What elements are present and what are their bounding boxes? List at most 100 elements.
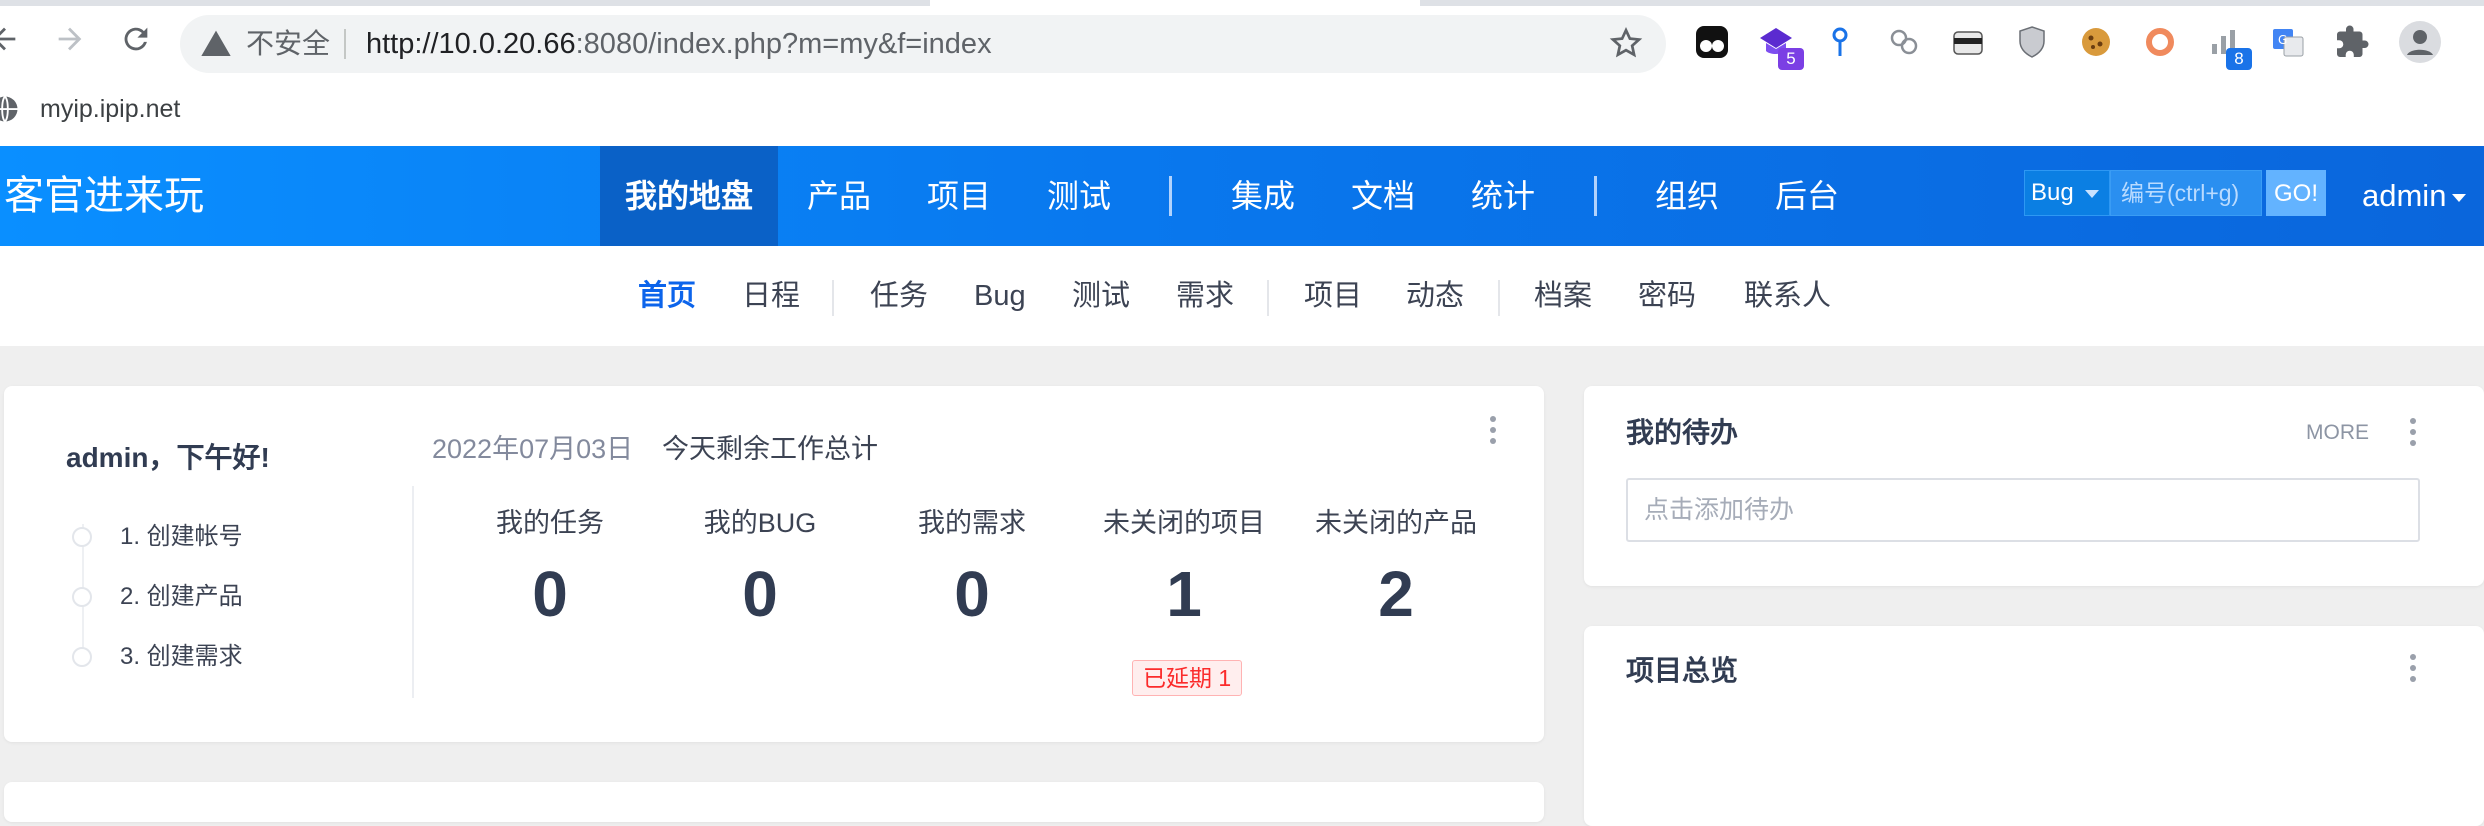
svg-text:G: G bbox=[2278, 33, 2287, 47]
welcome-card: admin，下午好! 1. 创建帐号 2. 创建产品 3. 创建需求 2022年… bbox=[4, 386, 1544, 742]
nav-my-dashboard[interactable]: 我的地盘 bbox=[600, 146, 778, 246]
card-divider bbox=[412, 486, 414, 698]
stat-label: 未关闭的项目 bbox=[1103, 508, 1265, 538]
nav-docs[interactable]: 文档 bbox=[1338, 146, 1428, 246]
cookie-icon[interactable] bbox=[2078, 24, 2114, 60]
subnav-project[interactable]: 项目 bbox=[1304, 276, 1362, 316]
more-vertical-icon bbox=[2410, 418, 2416, 424]
browser-toolbar: 不安全 http://10.0.20.66:8080/index.php?m=m… bbox=[0, 0, 2484, 90]
stat-open-projects[interactable]: 未关闭的项目 1 bbox=[1084, 506, 1284, 632]
todo-more-link[interactable]: MORE bbox=[2306, 420, 2369, 446]
extension-badge: 8 bbox=[2226, 48, 2252, 70]
subnav-divider bbox=[1498, 280, 1500, 316]
stat-label: 我的需求 bbox=[918, 508, 1026, 538]
todo-card: 我的待办 MORE bbox=[1584, 386, 2484, 586]
arrow-right-icon bbox=[58, 27, 82, 51]
star-icon[interactable] bbox=[1608, 25, 1644, 61]
mask-icon[interactable] bbox=[1950, 24, 1986, 60]
step-label: 1. 创建帐号 bbox=[120, 523, 243, 550]
nav-test[interactable]: 测试 bbox=[1034, 146, 1124, 246]
user-name: admin bbox=[2362, 178, 2447, 213]
back-button[interactable] bbox=[0, 22, 26, 66]
stat-my-stories[interactable]: 我的需求 0 bbox=[872, 506, 1072, 632]
extension-badge: 5 bbox=[1778, 48, 1804, 70]
address-bar[interactable]: 不安全 http://10.0.20.66:8080/index.php?m=m… bbox=[180, 15, 1666, 73]
stat-label: 我的BUG bbox=[703, 508, 817, 538]
subnav-tasks[interactable]: 任务 bbox=[870, 276, 928, 316]
subnav-contacts[interactable]: 联系人 bbox=[1744, 276, 1831, 316]
nav-integration[interactable]: 集成 bbox=[1218, 146, 1308, 246]
forward-button[interactable] bbox=[48, 22, 92, 66]
card-more-menu[interactable] bbox=[1490, 416, 1496, 449]
today-date: 2022年07月03日 bbox=[432, 434, 634, 464]
url-path: :8080/index.php?m=my&f=index bbox=[575, 28, 992, 60]
stat-value: 0 bbox=[954, 558, 990, 630]
reload-icon bbox=[124, 27, 148, 51]
nav-product[interactable]: 产品 bbox=[794, 146, 884, 246]
user-menu[interactable]: admin bbox=[2362, 176, 2467, 216]
url-host: http://10.0.20.66 bbox=[366, 28, 576, 60]
welcome-greeting: admin，下午好! bbox=[66, 442, 270, 473]
subnav-divider bbox=[832, 280, 834, 316]
bookmark-link[interactable]: myip.ipip.net bbox=[40, 94, 180, 124]
tab-strip-edge bbox=[0, 0, 930, 6]
subnav-home[interactable]: 首页 bbox=[638, 276, 696, 316]
sub-nav: 首页 日程 任务 Bug 测试 需求 项目 动态 档案 密码 联系人 bbox=[0, 246, 2484, 346]
tab-strip-edge bbox=[1420, 0, 2484, 6]
translate-icon[interactable]: G bbox=[2270, 24, 2306, 60]
search-go-button[interactable]: GO! bbox=[2266, 170, 2326, 216]
puzzle-icon[interactable] bbox=[2334, 24, 2370, 60]
nav-admin[interactable]: 后台 bbox=[1762, 146, 1852, 246]
omnibox-divider bbox=[344, 29, 346, 59]
warning-icon[interactable] bbox=[200, 28, 232, 60]
subnav-divider bbox=[1267, 280, 1269, 316]
ring-icon[interactable] bbox=[2142, 24, 2178, 60]
subnav-dynamic[interactable]: 动态 bbox=[1406, 276, 1464, 316]
reload-button[interactable] bbox=[114, 22, 158, 66]
todo-add-input[interactable] bbox=[1626, 478, 2420, 542]
profile-icon[interactable] bbox=[2398, 20, 2442, 64]
url-text[interactable]: http://10.0.20.66:8080/index.php?m=my&f=… bbox=[366, 27, 992, 61]
subnav-bug[interactable]: Bug bbox=[974, 276, 1026, 316]
delayed-badge[interactable]: 已延期 1 bbox=[1132, 660, 1243, 696]
nav-stats[interactable]: 统计 bbox=[1458, 146, 1548, 246]
tampermonkey-icon[interactable] bbox=[1694, 24, 1730, 60]
caret-down-icon bbox=[2452, 193, 2467, 202]
stat-value: 0 bbox=[742, 558, 778, 630]
subnav-calendar[interactable]: 日程 bbox=[742, 276, 800, 316]
subnav-profile[interactable]: 档案 bbox=[1534, 276, 1592, 316]
pin-icon[interactable] bbox=[1822, 24, 1858, 60]
card-more-menu[interactable] bbox=[2410, 418, 2416, 451]
step-label: 3. 创建需求 bbox=[120, 643, 243, 670]
stat-value: 2 bbox=[1378, 558, 1414, 630]
signal-bars-icon[interactable]: 8 bbox=[2206, 24, 2252, 70]
step-label: 2. 创建产品 bbox=[120, 583, 243, 610]
app-header: 客官进来玩 我的地盘 产品 项目 测试 集成 文档 统计 组织 后台 Bug G… bbox=[0, 146, 2484, 246]
step-circle-icon bbox=[72, 647, 92, 667]
brand-title[interactable]: 客官进来玩 bbox=[4, 174, 204, 218]
bookmark-bar: myip.ipip.net bbox=[0, 90, 2484, 146]
shield-icon[interactable] bbox=[2014, 24, 2050, 60]
stat-my-bugs[interactable]: 我的BUG 0 bbox=[660, 506, 860, 632]
stat-open-products[interactable]: 未关闭的产品 2 bbox=[1296, 506, 1496, 632]
card-more-menu[interactable] bbox=[2410, 654, 2416, 687]
subnav-story[interactable]: 需求 bbox=[1176, 276, 1234, 316]
search-input[interactable] bbox=[2110, 170, 2262, 216]
stat-label: 未关闭的产品 bbox=[1315, 508, 1477, 538]
stat-label: 我的任务 bbox=[496, 508, 604, 538]
more-vertical-icon bbox=[2410, 654, 2416, 660]
subnav-password[interactable]: 密码 bbox=[1638, 276, 1696, 316]
step-circle-icon bbox=[72, 587, 92, 607]
graduation-cap-icon[interactable]: 5 bbox=[1758, 24, 1804, 70]
subnav-test[interactable]: 测试 bbox=[1072, 276, 1130, 316]
circles-icon[interactable] bbox=[1886, 24, 1922, 60]
search-type-select[interactable]: Bug bbox=[2024, 170, 2110, 216]
more-vertical-icon bbox=[1490, 416, 1496, 422]
nav-org[interactable]: 组织 bbox=[1642, 146, 1732, 246]
insecure-label[interactable]: 不安全 bbox=[246, 27, 330, 61]
stat-my-tasks[interactable]: 我的任务 0 bbox=[450, 506, 650, 632]
stat-value: 0 bbox=[532, 558, 568, 630]
caret-down-icon bbox=[2085, 190, 2099, 198]
nav-project[interactable]: 项目 bbox=[914, 146, 1004, 246]
project-overview-title: 项目总览 bbox=[1626, 655, 1739, 686]
